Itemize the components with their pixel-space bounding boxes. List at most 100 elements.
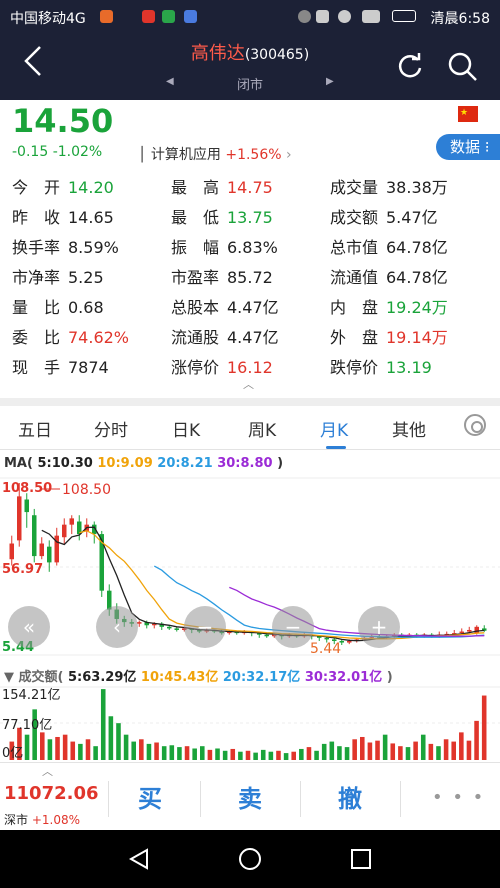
alarm-icon [298,10,311,23]
chart-tabs: 五日 分时 日K 周K 月K 其他 [0,398,500,450]
quote-field: 成交额 5.47亿 [330,204,438,228]
recents-square-icon[interactable] [350,848,372,870]
quote-field-label: 外 盘 [330,328,379,347]
quote-field-label: 委 比 [12,328,61,347]
volume-bar [93,746,98,760]
gear-icon[interactable] [464,414,486,436]
quote-field-label: 最 低 [171,208,220,227]
back-triangle-icon[interactable] [128,848,150,870]
volume-bar [337,746,342,760]
candle [324,637,329,640]
quote-field-value: 19.14万 [386,328,448,347]
app-icon [184,10,197,23]
ma10-value: 10:9.09 [97,456,153,471]
search-button[interactable] [448,52,478,86]
quote-field-value: 4.47亿 [227,328,279,347]
tab-intraday[interactable]: 分时 [94,416,128,441]
divider [400,781,401,817]
candle [467,629,472,632]
quote-field-value: 0.68 [68,298,104,317]
candle [174,628,179,630]
tab-monthly-k[interactable]: 月K [320,416,348,441]
quote-field: 成交量 38.38万 [330,174,448,198]
stock-name: 高伟达 [190,43,245,64]
index-value[interactable]: 11072.06 [4,783,99,804]
data-button[interactable]: 数据 ⁝ [436,134,500,160]
quote-field: 昨 收 14.65 [12,204,114,228]
quote-field: 最 高 14.75 [171,174,273,198]
volume-bar [108,716,114,760]
y-axis-mid-label: 56.97 [2,562,43,577]
volume-bar [283,753,289,760]
quote-field: 最 低 13.75 [171,204,273,228]
volume-bar [78,743,83,760]
ma-legend: MA( 5:10.30 10:9.09 20:8.21 30:8.80 ) [4,456,283,471]
sell-button[interactable]: 卖 [238,779,262,814]
current-price: 14.50 [12,102,114,140]
volume-bar [253,752,258,760]
next-stock-button[interactable]: ▶ [326,76,334,87]
search-icon [448,52,477,81]
quote-field-label: 市净率 [12,268,61,287]
cancel-order-button[interactable]: 撤 [338,779,362,814]
quote-field-value: 64.78亿 [386,238,448,257]
change-pct: -1.02% [52,144,103,160]
candle [17,496,22,541]
more-button[interactable]: • • • [432,787,485,808]
collapse-chevron-icon[interactable]: ︿ [42,763,53,779]
tab-daily-k[interactable]: 日K [172,416,200,441]
system-nav-bar [0,830,500,888]
volume-bar [321,743,327,760]
tab-other[interactable]: 其他 [392,416,426,441]
volume-bar [62,734,68,760]
battery-icon [392,10,416,22]
volume-bar [116,723,121,760]
quote-field-label: 成交量 [330,178,379,197]
volume-bar [352,739,357,760]
zoom-in-button[interactable]: + [358,606,400,648]
volume-bar [451,741,456,760]
quote-field-value: 14.75 [227,178,273,197]
volume-bar [459,732,464,760]
refresh-button[interactable] [396,52,424,84]
wechat-icon [162,10,175,23]
candle [24,499,29,513]
zoom-mid-button[interactable]: − [272,606,314,648]
eye-icon [338,10,351,23]
kline-chart[interactable]: 108.50 108.50 56.97 5.44 5.44 [0,475,500,660]
volume-chart[interactable]: 154.21亿 77.10亿 0亿 [0,685,500,760]
volume-bar [184,746,190,760]
app-notify-icon [100,10,113,23]
volume-bar [139,739,144,760]
tab-five-day[interactable]: 五日 [18,416,52,441]
volume-legend: ▼ 成交额( 5:63.29亿 10:45.43亿 20:32.17亿 30:3… [4,666,393,685]
volume-bar [420,734,426,760]
volume-bar [268,751,274,760]
vol-ma30: 30:32.01亿 [304,670,383,685]
candle [39,543,44,557]
nav-bar: 高伟达(300465) ◀ 闭市 ▶ [0,34,500,100]
scroll-left-button[interactable]: ‹ [96,606,138,648]
volume-bar [70,741,76,760]
volume-bar [215,748,220,760]
candle [69,518,74,525]
stock-title: 高伟达(300465) [0,39,500,65]
quote-field-value: 85.72 [227,268,273,287]
buy-button[interactable]: 买 [138,779,162,814]
sector-link[interactable]: │ 计算机应用 +1.56% › [138,144,292,164]
volume-bar [207,749,213,760]
scroll-far-left-button[interactable]: « [8,606,50,648]
data-button-label: 数据 [450,138,481,156]
expand-chevron-icon[interactable]: ︿ [243,376,254,392]
volume-bar [260,749,266,760]
zoom-out-button[interactable]: − [184,606,226,648]
quote-field-label: 换手率 [12,238,61,257]
quote-field: 量 比 0.68 [12,294,104,318]
quote-field-value: 8.59% [68,238,119,257]
volume-bar [85,739,91,760]
home-circle-icon[interactable] [238,847,262,871]
tab-weekly-k[interactable]: 周K [248,416,276,441]
candles-group [9,483,487,645]
volume-bar [146,743,152,760]
volume-bar [200,746,205,760]
